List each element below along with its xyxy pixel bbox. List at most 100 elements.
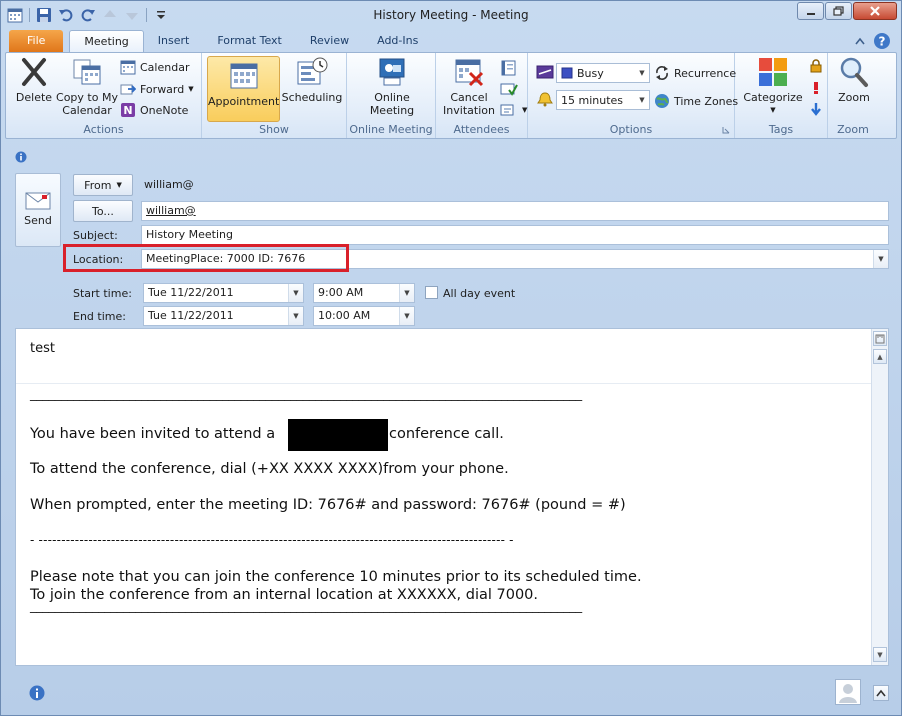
group-zoom: Zoom Zoom: [828, 53, 878, 138]
window-controls: [797, 2, 897, 20]
minimize-icon: [806, 13, 815, 15]
time-zones-button[interactable]: Time Zones: [654, 91, 738, 111]
zoom-button[interactable]: Zoom: [834, 56, 874, 104]
start-date-picker[interactable]: Tue 11/22/2011 ▼: [143, 283, 304, 303]
onenote-icon: N: [121, 103, 135, 117]
to-field[interactable]: william@: [141, 201, 889, 221]
reminder-dropdown[interactable]: 15 minutes ▼: [556, 90, 650, 110]
help-icon[interactable]: ?: [873, 32, 891, 50]
from-value: william@: [144, 178, 194, 191]
reminder-bell-icon: [537, 92, 553, 107]
tab-insert[interactable]: Insert: [144, 30, 204, 52]
send-button[interactable]: Send: [15, 173, 61, 247]
delete-button[interactable]: Delete: [14, 56, 54, 104]
private-lock-icon[interactable]: [809, 59, 823, 73]
show-as-icon: [536, 65, 554, 79]
delete-icon: [18, 56, 50, 88]
calendar-icon: [120, 60, 136, 75]
location-dropdown-icon[interactable]: ▼: [873, 250, 888, 268]
body-rule-top: ________________________________________…: [30, 387, 582, 402]
end-time-picker[interactable]: 10:00 AM ▼: [313, 306, 415, 326]
end-date-picker[interactable]: Tue 11/22/2011 ▼: [143, 306, 304, 326]
scheduling-button[interactable]: Scheduling: [280, 56, 344, 104]
check-names-button[interactable]: [500, 79, 518, 99]
chevron-down-icon: ▼: [639, 69, 645, 77]
info-bar: [15, 151, 27, 166]
subject-label: Subject:: [73, 229, 118, 242]
restore-icon: [832, 6, 844, 16]
title-bar: History Meeting - Meeting: [1, 1, 901, 29]
tab-add-ins[interactable]: Add-Ins: [363, 30, 432, 52]
info-icon[interactable]: [29, 685, 45, 701]
info-icon: [15, 151, 27, 163]
subject-field[interactable]: History Meeting: [141, 225, 889, 245]
chevron-down-icon: ▼: [639, 96, 645, 104]
scroll-up-button[interactable]: ▲: [873, 349, 887, 364]
ruler-toggle-icon[interactable]: [873, 331, 887, 346]
to-button[interactable]: To...: [73, 200, 133, 222]
group-tags: Categorize ▼ Tags: [735, 53, 828, 138]
chevron-down-icon: ▼: [288, 307, 303, 325]
high-importance-icon[interactable]: [811, 81, 821, 95]
onenote-button[interactable]: N OneNote: [120, 100, 188, 120]
forward-button[interactable]: Forward ▼: [120, 79, 194, 99]
all-day-checkbox[interactable]: [425, 286, 438, 299]
chevron-down-icon: ▼: [288, 284, 303, 302]
tab-format-text[interactable]: Format Text: [203, 30, 296, 52]
body-dial-text: To attend the conference, dial (+XX XXXX…: [30, 461, 509, 477]
expand-people-pane-button[interactable]: [873, 685, 889, 701]
person-icon: [839, 684, 857, 703]
collapse-ribbon-icon[interactable]: [855, 37, 865, 45]
meeting-window: History Meeting - Meeting File Meeting I…: [0, 0, 902, 716]
body-rule-bottom: ________________________________________…: [30, 599, 582, 614]
categorize-icon: [757, 56, 789, 88]
magnifier-icon: [838, 56, 870, 88]
recurrence-button[interactable]: Recurrence: [654, 63, 736, 83]
copy-to-my-calendar-button[interactable]: Copy to My Calendar: [56, 56, 118, 117]
chevron-down-icon: ▼: [399, 307, 414, 325]
ribbon: Delete Copy to My Calendar Calendar Forw…: [5, 52, 897, 139]
tab-review[interactable]: Review: [296, 30, 363, 52]
minimize-button[interactable]: [797, 2, 824, 20]
start-time-picker[interactable]: 9:00 AM ▼: [313, 283, 415, 303]
appointment-button[interactable]: Appointment: [207, 56, 280, 122]
globe-icon: [655, 94, 669, 108]
maximize-button[interactable]: [825, 2, 852, 20]
start-time-label: Start time:: [73, 287, 132, 300]
online-meeting-button[interactable]: Online Meeting: [357, 56, 427, 117]
contact-photo[interactable]: [835, 679, 861, 705]
body-invite-text: You have been invited to attend a: [30, 426, 276, 442]
close-button[interactable]: [853, 2, 897, 20]
tab-meeting[interactable]: Meeting: [69, 30, 144, 52]
check-names-icon: [500, 83, 518, 96]
body-prompt-text: When prompted, enter the meeting ID: 767…: [30, 497, 626, 513]
calendar-button[interactable]: Calendar: [120, 57, 189, 77]
message-body[interactable]: test ___________________________________…: [15, 328, 889, 666]
body-line-test: test: [30, 341, 55, 356]
address-book-button[interactable]: [500, 58, 518, 78]
from-button[interactable]: From ▼: [73, 174, 133, 196]
chevron-up-icon: [876, 689, 886, 697]
svg-text:?: ?: [879, 35, 886, 49]
chevron-down-icon: ▼: [399, 284, 414, 302]
chevron-down-icon: ▼: [116, 181, 122, 189]
close-icon: [870, 6, 880, 16]
response-options-button[interactable]: ▼: [500, 100, 527, 120]
address-book-icon: [501, 60, 516, 76]
cancel-invitation-button[interactable]: Cancel Invitation: [438, 56, 500, 117]
scroll-down-button[interactable]: ▼: [873, 647, 887, 662]
busy-color-icon: [561, 67, 573, 79]
people-pane-bar: [5, 671, 897, 713]
group-options: Busy ▼ 15 minutes ▼ Recurrence Time Zone…: [528, 53, 738, 138]
tab-file[interactable]: File: [9, 30, 64, 52]
group-online-meeting: Online Meeting Online Meeting: [347, 53, 436, 138]
categorize-button[interactable]: Categorize ▼: [741, 56, 805, 117]
appointment-icon: [228, 60, 260, 92]
recurrence-icon: [656, 66, 668, 80]
vertical-scrollbar[interactable]: ▲ ▼: [871, 329, 888, 665]
show-as-dropdown[interactable]: Busy ▼: [556, 63, 650, 83]
low-importance-icon[interactable]: [810, 102, 822, 116]
svg-text:N: N: [123, 104, 132, 117]
window-title: History Meeting - Meeting: [373, 8, 529, 22]
scheduling-icon: [296, 56, 328, 88]
